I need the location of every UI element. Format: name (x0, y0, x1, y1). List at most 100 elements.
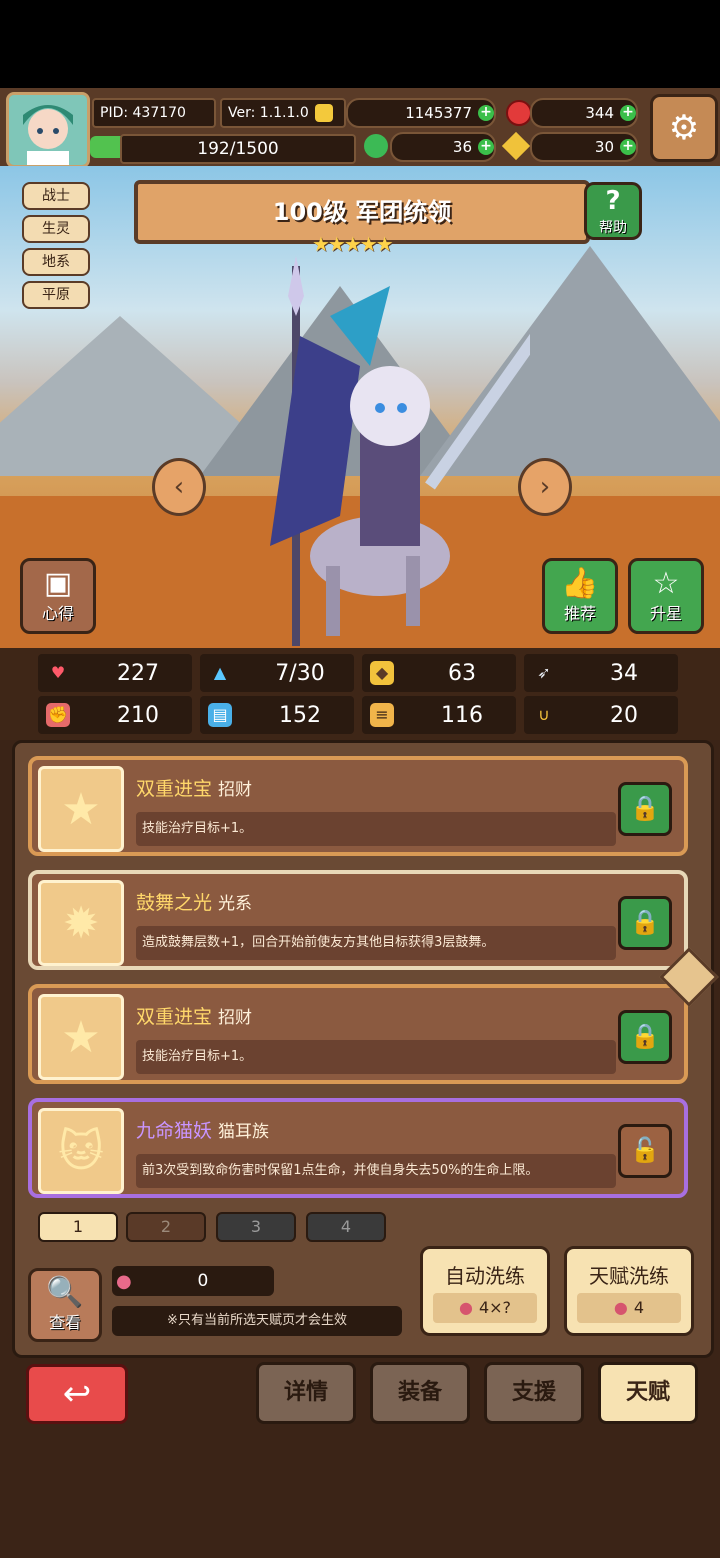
talent-lock-button-1[interactable]: 🔒 (618, 782, 672, 836)
stat-defense-value: 63 (448, 660, 476, 686)
talent-title-1: 双重进宝 招财 (136, 774, 252, 801)
talent-name-1: 双重进宝 (136, 778, 213, 800)
stat-defense: ◆ 63 (362, 654, 516, 692)
stat-luck: ∪ 20 (524, 696, 678, 734)
shield-icon: ◆ (370, 661, 394, 685)
talent-card-2[interactable]: ✹ 鼓舞之光 光系 造成鼓舞层数+1，回合开始前使友方其他目标获得3层鼓舞。 🔒 (28, 870, 688, 970)
prev-hero-button[interactable]: ‹ (152, 458, 206, 516)
recommend-button[interactable]: 👍 推荐 (542, 558, 618, 634)
star-badge-icon: ★ (38, 766, 124, 852)
chevron-right-icon: › (539, 472, 551, 502)
talent-tab[interactable]: 天赋 (598, 1362, 698, 1424)
help-button[interactable]: ? 帮助 (584, 182, 642, 240)
clover-icon (364, 134, 388, 158)
fist-icon: ✊ (46, 703, 70, 727)
stat-mana: ▲ 7/30 (200, 654, 354, 692)
view-button[interactable]: 🔍 查看 (28, 1268, 102, 1342)
stat-mana-value: 7/30 (275, 660, 325, 686)
horseshoe-icon: ∪ (538, 705, 550, 724)
version-display: Ver: 1.1.1.0 (220, 98, 346, 128)
next-hero-button[interactable]: › (518, 458, 572, 516)
talent-page-tab-1[interactable]: 1 (38, 1212, 118, 1242)
talent-name-4: 九命猫妖 (136, 1120, 213, 1142)
stat-luck-value: 20 (610, 702, 638, 728)
talent-desc-1: 技能治疗目标+1。 (136, 812, 616, 846)
upgrade-star-button[interactable]: ☆ 升星 (628, 558, 704, 634)
unlock-icon: 🔓 (630, 1136, 660, 1164)
key-counter: 30 + (530, 132, 638, 162)
stat-speed-value: 34 (610, 660, 638, 686)
add-key-button[interactable]: + (620, 139, 636, 155)
auto-refine-label: 自动洗练 (445, 1263, 525, 1288)
hero-star-rating: ★★★★★ (312, 232, 394, 256)
view-label: 查看 (48, 1313, 81, 1332)
talent-unlock-button-4[interactable]: 🔓 (618, 1124, 672, 1178)
talent-card-4[interactable]: 🐱 九命猫妖 猫耳族 前3次受到致命伤害时保留1点生命，并使自身失去50%的生命上… (28, 1098, 688, 1198)
pid-display: PID: 437170 (92, 98, 216, 128)
details-tab[interactable]: 详情 (256, 1362, 356, 1424)
return-arrow-icon: ↩ (62, 1374, 92, 1414)
clover-value: 36 (452, 138, 472, 156)
heart-icon: ♥ (50, 663, 66, 682)
support-tab[interactable]: 支援 (484, 1362, 584, 1424)
fruit-count-value: 0 (197, 1271, 209, 1291)
hero-tag-plain: 平原 (22, 281, 90, 309)
armor-icon: ≡ (370, 703, 394, 727)
cat-face-icon: 🐱 (38, 1108, 124, 1194)
book-icon: ▤ (208, 703, 232, 727)
stat-armor: ≡ 116 (362, 696, 516, 734)
equipment-tab[interactable]: 装备 (370, 1362, 470, 1424)
talent-desc-3: 技能治疗目标+1。 (136, 1040, 616, 1074)
sun-icon: ✹ (38, 880, 124, 966)
talent-lock-button-3[interactable]: 🔒 (618, 1010, 672, 1064)
talent-card-1[interactable]: ★ 双重进宝 招财 技能治疗目标+1。 🔒 (28, 756, 688, 856)
hero-tag-warrior: 战士 (22, 182, 90, 210)
talent-refine-button[interactable]: 天赋洗练 ● 4 (564, 1246, 694, 1336)
gem-value: 344 (585, 104, 614, 122)
add-clover-button[interactable]: + (478, 139, 494, 155)
gold-counter: 1145377 + (346, 98, 496, 128)
talent-title-4: 九命猫妖 猫耳族 (136, 1116, 269, 1143)
talent-page-tab-3[interactable]: 3 (216, 1212, 296, 1242)
talent-desc-2: 造成鼓舞层数+1，回合开始前使友方其他目标获得3层鼓舞。 (136, 926, 616, 960)
talent-page-tab-4[interactable]: 4 (306, 1212, 386, 1242)
stat-attack: ✊ 210 (38, 696, 192, 734)
add-gem-button[interactable]: + (620, 105, 636, 121)
talent-card-3[interactable]: ★ 双重进宝 招财 技能治疗目标+1。 🔒 (28, 984, 688, 1084)
version-text: Ver: 1.1.1.0 (228, 105, 309, 121)
fruit-icon: ● (458, 1298, 473, 1317)
settings-gear-button[interactable]: ⚙ (650, 94, 718, 162)
xinde-button[interactable]: ▣ 心得 (20, 558, 96, 634)
lock-icon: 🔒 (630, 1022, 660, 1050)
key-value: 30 (594, 138, 614, 156)
lock-icon: 🔒 (630, 908, 660, 936)
talent-page-tab-2[interactable]: 2 (126, 1212, 206, 1242)
back-button[interactable]: ↩ (26, 1364, 128, 1424)
help-label: 帮助 (599, 220, 627, 236)
gem-icon (506, 100, 532, 126)
coin-icon (314, 104, 333, 122)
auto-refine-button[interactable]: 自动洗练 ● 4×? (420, 1246, 550, 1336)
wing-icon: ➶ (537, 663, 551, 682)
auto-refine-cost: ● 4×? (433, 1292, 537, 1323)
avatar-portrait-icon (9, 95, 87, 165)
player-avatar[interactable] (6, 92, 90, 168)
stat-hp-value: 227 (117, 660, 159, 686)
talent-refine-cost-value: 4 (633, 1298, 645, 1317)
stat-magic: ▤ 152 (200, 696, 354, 734)
talent-title-2: 鼓舞之光 光系 (136, 888, 252, 915)
talent-refine-label: 天赋洗练 (589, 1263, 669, 1288)
talent-lock-button-2[interactable]: 🔒 (618, 896, 672, 950)
magnifier-icon: 🔍 (46, 1275, 84, 1310)
upgrade-label: 升星 (649, 604, 682, 623)
notebook-icon: ▣ (43, 566, 73, 601)
chevron-left-icon: ‹ (173, 472, 185, 502)
stat-magic-value: 152 (279, 702, 321, 728)
lock-icon: 🔒 (630, 794, 660, 822)
hero-tag-earth: 地系 (22, 248, 90, 276)
add-gold-button[interactable]: + (478, 105, 494, 121)
pid-text: PID: 437170 (100, 105, 186, 121)
stat-speed: ➶ 34 (524, 654, 678, 692)
stat-armor-value: 116 (441, 702, 483, 728)
talent-type-2: 光系 (218, 894, 253, 914)
